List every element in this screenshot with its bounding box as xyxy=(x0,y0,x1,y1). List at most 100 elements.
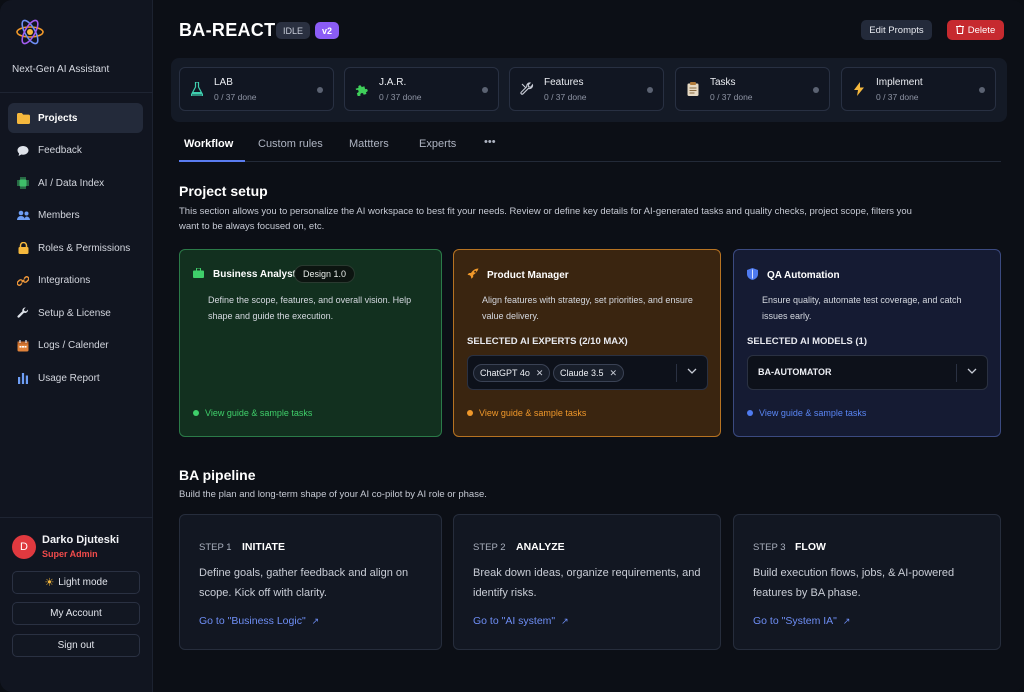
link-icon xyxy=(16,274,30,288)
selected-model: BA-AUTOMATOR xyxy=(758,367,832,377)
status-dot xyxy=(193,410,199,416)
card-qa-automation: QA Automation Ensure quality, automate t… xyxy=(733,249,1001,437)
stat-progress: 0 / 37 done xyxy=(214,92,257,102)
sidebar-item-members[interactable]: Members xyxy=(8,201,143,231)
sidebar: Next-Gen AI Assistant Projects Feedback … xyxy=(0,0,153,692)
step-link-label: Go to "AI system" xyxy=(473,615,556,627)
sidebar-item-projects[interactable]: Projects xyxy=(8,103,143,133)
tab-more[interactable]: ••• xyxy=(484,136,496,148)
tab-experts[interactable]: Experts xyxy=(419,138,456,150)
step-number: STEP 1 xyxy=(199,542,232,553)
step-link-label: Go to "System IA" xyxy=(753,615,837,627)
view-guide-link[interactable]: View guide & sample tasks xyxy=(467,408,586,418)
sidebar-item-feedback[interactable]: Feedback xyxy=(8,136,143,166)
step-link[interactable]: Go to "AI system" ↗ xyxy=(473,615,569,627)
chevron-down-icon[interactable] xyxy=(687,365,697,377)
flask-icon xyxy=(189,81,205,97)
card-title-text: Product Manager xyxy=(487,270,569,281)
view-guide-link[interactable]: View guide & sample tasks xyxy=(193,408,312,418)
close-icon[interactable]: ✕ xyxy=(536,368,544,379)
folder-icon xyxy=(16,111,30,125)
light-mode-label: Light mode xyxy=(58,577,108,588)
card-title: Product Manager xyxy=(467,268,569,283)
status-dot xyxy=(317,87,323,93)
sidebar-item-label: Feedback xyxy=(38,145,82,156)
sidebar-item-ai-data-index[interactable]: AI / Data Index xyxy=(8,168,143,198)
step-link[interactable]: Go to "System IA" ↗ xyxy=(753,615,850,627)
status-dot xyxy=(813,87,819,93)
step-link-label: Go to "Business Logic" xyxy=(199,615,306,627)
view-guide-label: View guide & sample tasks xyxy=(205,408,313,418)
step-link[interactable]: Go to "Business Logic" ↗ xyxy=(199,615,319,627)
shield-icon xyxy=(747,268,761,283)
stat-progress: 0 / 37 done xyxy=(544,92,587,102)
sidebar-item-integrations[interactable]: Integrations xyxy=(8,266,143,296)
tab-custom-rules[interactable]: Custom rules xyxy=(258,138,323,150)
user-profile: D Darko Djuteski Super Admin xyxy=(12,534,142,564)
sidebar-item-setup-license[interactable]: Setup & License xyxy=(8,298,143,328)
sidebar-item-label: Logs / Calender xyxy=(38,340,109,351)
sidebar-item-label: Setup & License xyxy=(38,307,111,319)
status-dot xyxy=(467,410,473,416)
section-description-pipeline: Build the plan and long-term shape of yo… xyxy=(179,489,487,500)
atom-logo-icon xyxy=(16,19,44,45)
card-title-text: Business Analyst xyxy=(213,269,296,280)
external-link-icon: ↗ xyxy=(311,616,320,626)
my-account-button[interactable]: My Account xyxy=(12,602,140,625)
stat-tasks[interactable]: Tasks 0 / 37 done xyxy=(675,67,830,111)
ai-experts-multiselect[interactable]: ChatGPT 4o ✕ Claude 3.5 ✕ xyxy=(467,355,708,390)
selected-models-label: SELECTED AI MODELS (1) xyxy=(747,336,867,347)
sidebar-divider xyxy=(0,92,153,93)
card-title-text: QA Automation xyxy=(767,270,840,281)
clipboard-icon xyxy=(685,81,701,97)
tab-matters[interactable]: Mattters xyxy=(349,138,389,150)
card-description: Define the scope, features, and overall … xyxy=(208,295,412,321)
step-number: STEP 3 xyxy=(753,542,786,553)
step-description: Define goals, gather feedback and align … xyxy=(199,567,409,599)
chevron-down-icon[interactable] xyxy=(967,365,977,377)
status-badge: IDLE xyxy=(276,22,311,39)
wrench-icon xyxy=(16,306,30,320)
stat-jar[interactable]: J.A.R. 0 / 37 done xyxy=(344,67,499,111)
view-guide-link[interactable]: View guide & sample tasks xyxy=(747,408,866,418)
stat-progress: 0 / 37 done xyxy=(379,92,422,102)
tab-workflow[interactable]: Workflow xyxy=(184,138,233,150)
stat-label: J.A.R. xyxy=(379,77,407,88)
sidebar-item-label: Usage Report xyxy=(38,372,100,384)
sidebar-item-label: Integrations xyxy=(38,275,91,286)
avatar: D xyxy=(12,535,36,559)
stat-label: LAB xyxy=(214,77,233,88)
user-name: Darko Djuteski xyxy=(42,534,120,546)
light-mode-button[interactable]: ☀ Light mode xyxy=(12,571,140,594)
sign-out-button[interactable]: Sign out xyxy=(12,634,140,657)
pipeline-step-analyze: STEP 2 ANALYZE Break down ideas, organiz… xyxy=(453,514,721,650)
design-version-pill: Design 1.0 xyxy=(294,265,356,283)
briefcase-icon xyxy=(193,267,207,281)
sidebar-nav: Projects Feedback AI / Data Index Member… xyxy=(8,103,143,396)
card-title: QA Automation xyxy=(747,268,840,283)
stat-label: Features xyxy=(544,77,584,88)
delete-button[interactable]: Delete xyxy=(947,20,1004,40)
close-icon[interactable]: ✕ xyxy=(610,368,618,379)
sidebar-item-roles-permissions[interactable]: Roles & Permissions xyxy=(8,233,143,263)
delete-label: Delete xyxy=(967,24,996,36)
ai-models-select[interactable]: BA-AUTOMATOR xyxy=(747,355,988,390)
view-guide-label: View guide & sample tasks xyxy=(479,408,587,418)
sidebar-item-label: Projects xyxy=(38,112,78,124)
stat-implement[interactable]: Implement 0 / 37 done xyxy=(841,67,996,111)
card-business-analyst: Business Analyst Design 1.0 Define the s… xyxy=(179,249,442,437)
chip-icon xyxy=(16,176,30,190)
stat-lab[interactable]: LAB 0 / 37 done xyxy=(179,67,334,111)
lock-icon xyxy=(16,241,30,255)
chip-claude: Claude 3.5 ✕ xyxy=(553,364,625,382)
step-name: FLOW xyxy=(795,541,826,553)
sidebar-item-logs-calendar[interactable]: Logs / Calender xyxy=(8,331,143,361)
card-title: Business Analyst xyxy=(193,267,296,281)
edit-prompts-button[interactable]: Edit Prompts xyxy=(861,20,932,40)
chip-chatgpt: ChatGPT 4o ✕ xyxy=(473,364,551,382)
view-guide-label: View guide & sample tasks xyxy=(759,408,867,418)
sidebar-item-usage-report[interactable]: Usage Report xyxy=(8,363,143,393)
stat-features[interactable]: Features 0 / 37 done xyxy=(509,67,664,111)
step-description: Build execution flows, jobs, & AI-powere… xyxy=(753,567,955,599)
section-title-pipeline: BA pipeline xyxy=(179,467,256,483)
